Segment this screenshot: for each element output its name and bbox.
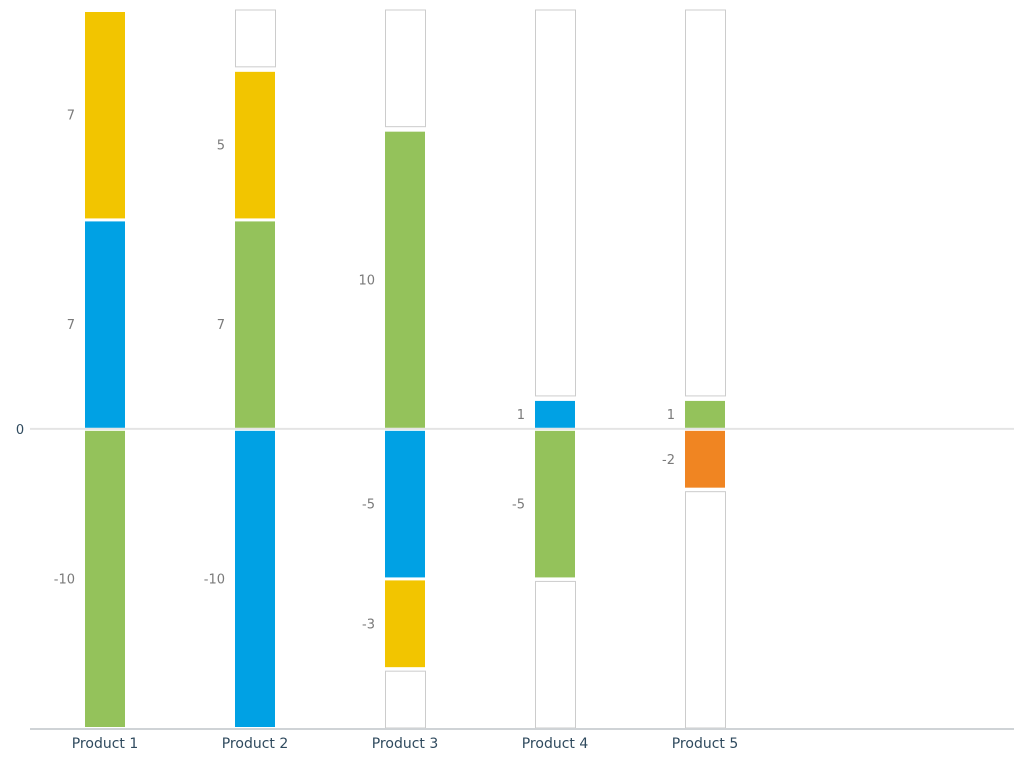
segment-value-label: -10: [54, 572, 75, 587]
bar-segment: [535, 430, 575, 578]
segment-value-label: -10: [204, 572, 225, 587]
bar-segment: [385, 430, 425, 578]
segment-value-label: 1: [517, 408, 525, 423]
segment-value-label: 10: [358, 273, 375, 288]
bar-segment: [235, 430, 275, 727]
bar-segment: [685, 430, 725, 488]
bar-remainder: [235, 9, 276, 68]
zero-tick-label: 0: [16, 423, 24, 438]
bar-segment: [235, 221, 275, 428]
bar-segment: [85, 430, 125, 727]
segment-value-label: -5: [512, 498, 525, 513]
bar-segment: [235, 71, 275, 219]
stacked-bar-chart: 0 7 7 -10 Product 1 7 5 -10 Product 2 10 -5 -3 Prod…: [16, 9, 1014, 752]
segment-value-label: -3: [362, 617, 375, 632]
bars-layer: [85, 9, 726, 729]
category-tick-label: Product 2: [222, 736, 289, 752]
category-tick-label: Product 5: [672, 736, 739, 752]
bar-segment: [385, 580, 425, 668]
segment-value-label: 7: [217, 318, 225, 333]
category-tick-label: Product 3: [372, 736, 439, 752]
bar-segment: [385, 131, 425, 428]
bar-remainder: [385, 670, 426, 729]
segment-value-label: 5: [217, 139, 225, 154]
bar-remainder: [685, 491, 726, 729]
segment-value-label: 1: [667, 408, 675, 423]
category-tick-label: Product 4: [522, 736, 589, 752]
bar-segment: [535, 400, 575, 428]
segment-value-label: -5: [362, 498, 375, 513]
bar-remainder: [535, 580, 576, 729]
bar-segment: [85, 221, 125, 428]
bar-remainder: [685, 9, 726, 397]
segment-value-label: 7: [67, 109, 75, 124]
category-tick-label: Product 1: [72, 736, 139, 752]
segment-value-label: -2: [662, 453, 675, 468]
bar-segment: [85, 12, 125, 219]
bar-remainder: [385, 9, 426, 128]
bar-remainder: [535, 9, 576, 397]
bar-segment: [685, 400, 725, 428]
segment-value-label: 7: [67, 318, 75, 333]
